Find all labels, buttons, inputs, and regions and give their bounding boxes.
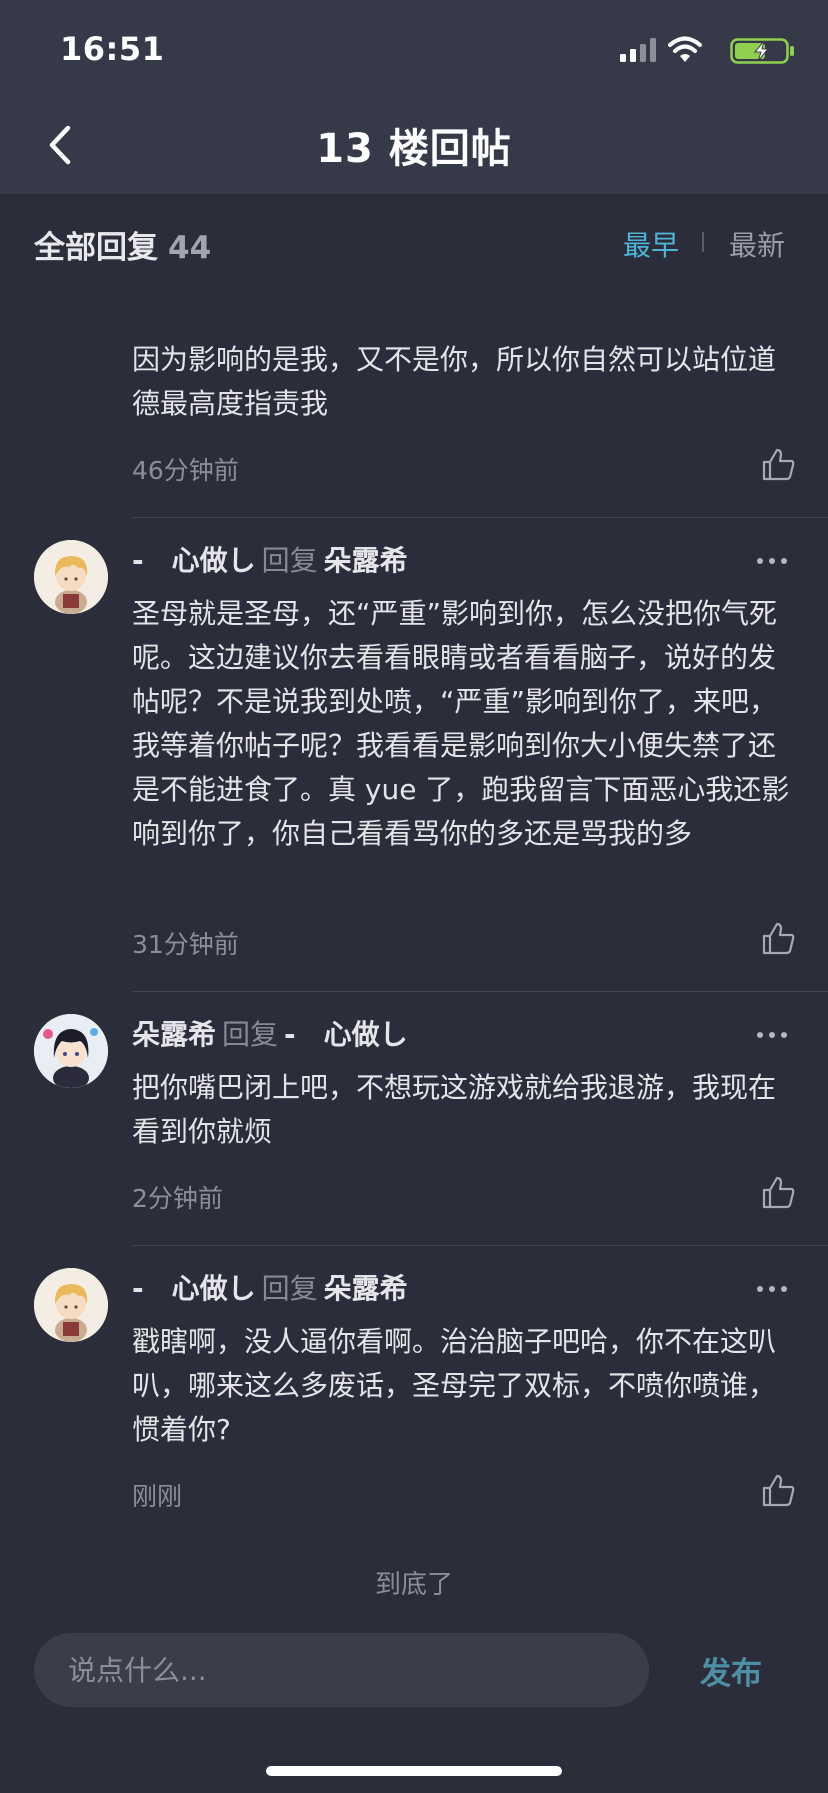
comment-input[interactable] [34, 1633, 649, 1707]
more-options-icon[interactable] [754, 1283, 790, 1295]
reply-target[interactable]: 朵露希 [324, 1272, 408, 1305]
thumbs-up-icon[interactable] [760, 1473, 796, 1509]
reply-target[interactable]: - 心做し [284, 1018, 408, 1051]
replies-header: 全部回复 44 最早 最新 [0, 194, 828, 294]
thumbs-up-icon[interactable] [760, 1175, 796, 1211]
comment-time: 46分钟前 [132, 456, 239, 485]
replies-count: 44 [168, 230, 212, 266]
top-bar: 16:51 13 楼回帖 [0, 0, 828, 194]
replies-title-label: 全部回复 [34, 230, 158, 266]
status-time: 16:51 [60, 30, 165, 68]
thumbs-up-icon[interactable] [760, 921, 796, 957]
comment-text: 把你嘴巴闭上吧，不想玩这游戏就给我退游，我现在看到你就烦 [132, 1071, 777, 1148]
comment-author[interactable]: - 心做し [132, 544, 256, 577]
comment-name-line: 朵露希 回复 - 心做し [132, 1017, 408, 1053]
reply-target[interactable]: 朵露希 [324, 544, 408, 577]
separator [132, 991, 828, 992]
comment-time: 31分钟前 [132, 930, 239, 959]
comment-time: 刚刚 [132, 1482, 183, 1511]
replies-title: 全部回复 44 [34, 222, 211, 267]
home-indicator[interactable] [266, 1766, 562, 1776]
comment-time: 2分钟前 [132, 1184, 223, 1213]
cellular-signal-icon [620, 38, 656, 62]
sort-earliest-tab[interactable]: 最早 [623, 224, 679, 264]
comment-name-line: - 心做し 回复 朵露希 [132, 543, 408, 579]
comment-name-line: - 心做し 回复 朵露希 [132, 1271, 408, 1307]
end-of-list-text: 到底了 [374, 1570, 453, 1600]
blonde-anime-character-avatar [34, 1268, 108, 1342]
dark-haired-anime-character-avatar [34, 1014, 108, 1088]
thumbs-up-icon[interactable] [760, 447, 796, 483]
avatar[interactable] [34, 540, 108, 614]
page-title: 13 楼回帖 [316, 126, 512, 172]
status-icons [598, 36, 798, 64]
comment-author[interactable]: 朵露希 [132, 1018, 216, 1051]
comment-text: 戳瞎啊，没人逼你看啊。治治脑子吧哈，你不在这叭叭，哪来这么多废话，圣母完了双标，… [132, 1325, 777, 1446]
comment-text: 圣母就是圣母，还“严重”影响到你，怎么没把你气死呢。这边建议你去看看眼睛或者看看… [132, 597, 790, 850]
reply-word: 回复 [261, 544, 318, 577]
blonde-anime-character-avatar [34, 540, 108, 614]
separator [132, 1245, 828, 1246]
separator [132, 517, 828, 518]
avatar[interactable] [34, 1014, 108, 1088]
sort-divider [702, 232, 704, 252]
more-options-icon[interactable] [754, 1029, 790, 1041]
wifi-icon [668, 36, 702, 62]
avatar[interactable] [34, 1268, 108, 1342]
reply-word: 回复 [261, 1272, 318, 1305]
comment-author[interactable]: - 心做し [132, 1272, 256, 1305]
publish-button[interactable]: 发布 [700, 1648, 762, 1693]
reply-word: 回复 [222, 1018, 279, 1051]
sort-latest-tab[interactable]: 最新 [729, 224, 785, 264]
battery-charging-icon [730, 38, 794, 64]
more-options-icon[interactable] [754, 555, 790, 567]
comment-text: 因为影响的是我，又不是你，所以你自然可以站位道德最高度指责我 [132, 343, 777, 420]
